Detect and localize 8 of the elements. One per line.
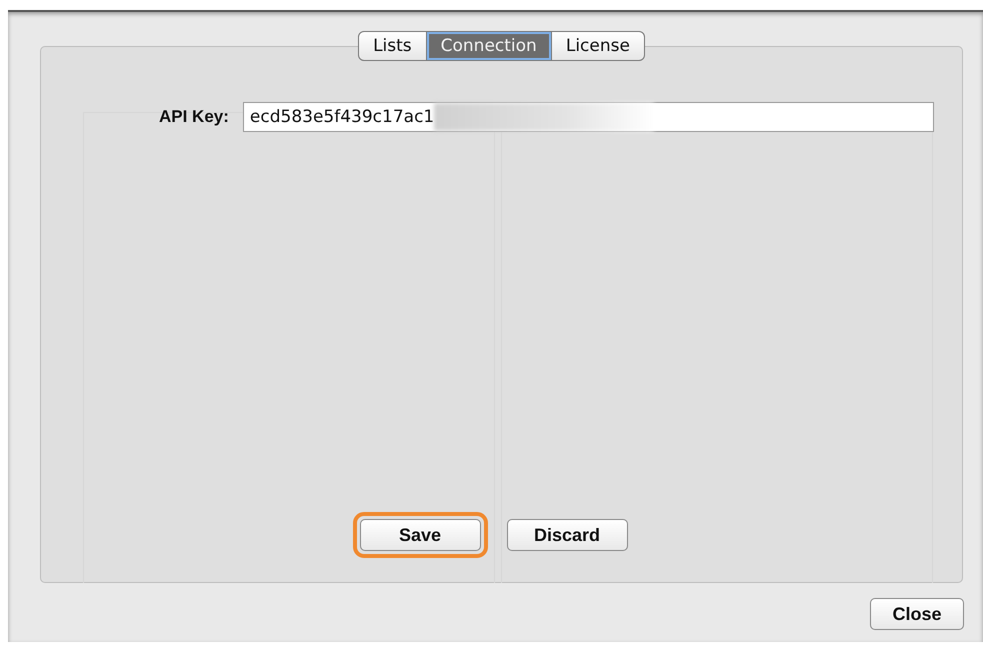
api-key-label: API Key:: [159, 107, 229, 127]
tab[interactable]: License: [552, 31, 645, 61]
close-button[interactable]: Close: [870, 598, 964, 630]
dialog-button[interactable]: Discard: [506, 519, 628, 551]
tab[interactable]: Connection: [426, 31, 552, 61]
api-key-field[interactable]: ecd583e5f439c17ac1: [242, 102, 934, 132]
tab[interactable]: Lists: [358, 31, 427, 61]
dialog-button[interactable]: Save: [360, 519, 480, 551]
